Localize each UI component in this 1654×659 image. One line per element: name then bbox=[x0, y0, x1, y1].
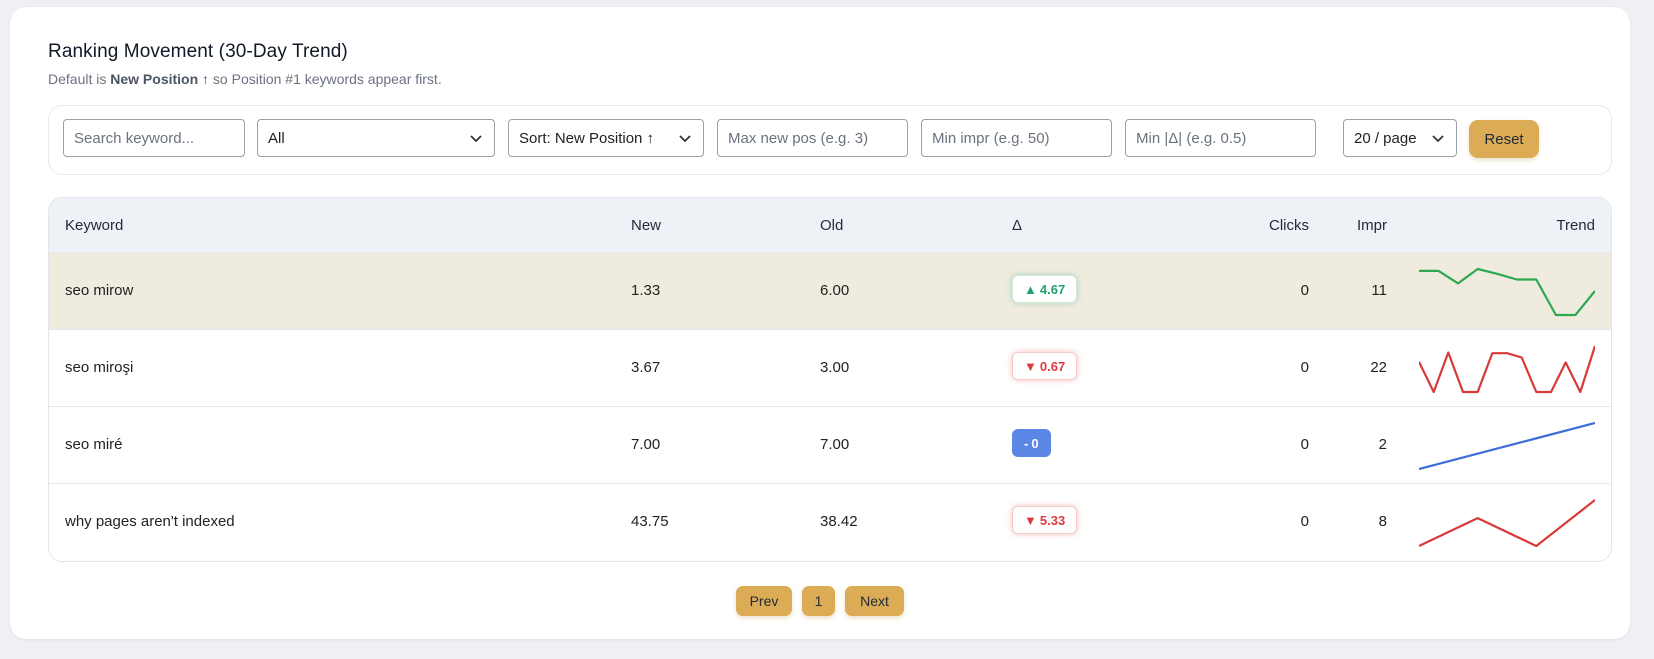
column-header-keyword[interactable]: Keyword bbox=[65, 217, 123, 234]
keyword-cell: why pages aren't indexed bbox=[65, 513, 235, 530]
clicks-cell: 0 bbox=[1300, 513, 1309, 530]
keyword-cell: seo miré bbox=[65, 436, 123, 453]
trend-sparkline bbox=[1419, 345, 1595, 394]
max-new-pos-field[interactable] bbox=[717, 119, 908, 157]
old-position-cell: 3.00 bbox=[820, 359, 850, 376]
table-row[interactable]: seo miroşi 3.67 3.00 ▼ 0.67 0 22 bbox=[49, 329, 1611, 407]
column-header-delta[interactable]: Δ bbox=[1012, 217, 1022, 234]
table-row[interactable]: seo miré 7.00 7.00 -0 0 2 bbox=[49, 406, 1611, 484]
min-impr-field[interactable] bbox=[921, 119, 1112, 157]
delta-badge: ▲ 4.67 bbox=[1012, 275, 1078, 303]
delta-value: 5.33 bbox=[1039, 512, 1066, 528]
impressions-cell: 2 bbox=[1378, 436, 1387, 453]
delta-value: 4.67 bbox=[1039, 281, 1066, 297]
chevron-down-icon bbox=[1432, 135, 1444, 143]
old-position-cell: 6.00 bbox=[820, 282, 850, 299]
sort-select[interactable]: Sort: New Position ↑ bbox=[508, 119, 704, 157]
search-field[interactable] bbox=[63, 119, 245, 157]
trend-sparkline bbox=[1419, 499, 1595, 548]
trend-sparkline bbox=[1419, 267, 1595, 317]
column-header-impr[interactable]: Impr bbox=[1329, 217, 1387, 234]
table-row[interactable]: why pages aren't indexed 43.75 38.42 ▼ 5.… bbox=[49, 483, 1611, 561]
clicks-cell: 0 bbox=[1300, 282, 1309, 299]
page-1-button[interactable]: 1 bbox=[802, 586, 835, 616]
delta-value: 0.67 bbox=[1039, 358, 1066, 374]
column-header-clicks[interactable]: Clicks bbox=[1229, 217, 1309, 234]
arrow-up-icon: ▲ bbox=[1024, 281, 1037, 297]
trend-line bbox=[1419, 499, 1595, 548]
table-header: Keyword New Old Δ Clicks Impr Trend bbox=[49, 198, 1611, 252]
category-select-value: All bbox=[268, 129, 285, 147]
prev-page-button[interactable]: Prev bbox=[736, 586, 792, 616]
column-header-new[interactable]: New bbox=[631, 217, 661, 234]
page-subtitle: Default is New Position ↑ so Position #1… bbox=[48, 71, 442, 87]
trend-line bbox=[1419, 421, 1595, 471]
min-impr-input[interactable] bbox=[932, 129, 1101, 147]
subtitle-suffix: so Position #1 keywords appear first. bbox=[209, 71, 442, 87]
sort-select-value: Sort: New Position ↑ bbox=[519, 129, 655, 147]
chevron-down-icon bbox=[470, 135, 482, 143]
min-delta-input[interactable] bbox=[1136, 129, 1305, 147]
search-input[interactable] bbox=[74, 129, 234, 147]
impressions-cell: 11 bbox=[1371, 282, 1387, 299]
table-row[interactable]: seo mirow 1.33 6.00 ▲ 4.67 0 11 bbox=[49, 252, 1611, 330]
reset-button[interactable]: Reset bbox=[1469, 120, 1539, 158]
trend-line bbox=[1419, 267, 1595, 317]
arrow-down-icon: ▼ bbox=[1024, 512, 1037, 528]
delta-value: 0 bbox=[1031, 435, 1039, 451]
page-title: Ranking Movement (30-Day Trend) bbox=[48, 41, 348, 62]
min-delta-field[interactable] bbox=[1125, 119, 1316, 157]
chevron-down-icon bbox=[679, 135, 691, 143]
trend-sparkline bbox=[1419, 421, 1595, 471]
keyword-cell: seo miroşi bbox=[65, 359, 134, 376]
keyword-cell: seo mirow bbox=[65, 282, 134, 299]
filter-bar: All Sort: New Position ↑ 20 / page Reset bbox=[48, 105, 1612, 175]
ranking-table: Keyword New Old Δ Clicks Impr Trend seo … bbox=[48, 197, 1612, 562]
clicks-cell: 0 bbox=[1300, 436, 1309, 453]
column-header-trend: Trend bbox=[1556, 217, 1595, 234]
clicks-cell: 0 bbox=[1300, 359, 1309, 376]
old-position-cell: 38.42 bbox=[820, 513, 858, 530]
delta-badge: ▼ 5.33 bbox=[1012, 506, 1078, 534]
trend-line bbox=[1419, 345, 1595, 394]
arrow-down-icon: ▼ bbox=[1024, 358, 1037, 374]
new-position-cell: 1.33 bbox=[631, 282, 661, 299]
impressions-cell: 8 bbox=[1378, 513, 1387, 530]
delta-badge: ▼ 0.67 bbox=[1012, 352, 1078, 380]
new-position-cell: 7.00 bbox=[631, 436, 661, 453]
subtitle-prefix: Default is bbox=[48, 71, 111, 87]
ranking-movement-card: Ranking Movement (30-Day Trend) Default … bbox=[10, 7, 1630, 639]
new-position-cell: 3.67 bbox=[631, 359, 661, 376]
column-header-old[interactable]: Old bbox=[820, 217, 843, 234]
new-position-cell: 43.75 bbox=[631, 513, 669, 530]
dash-icon: - bbox=[1024, 435, 1029, 451]
old-position-cell: 7.00 bbox=[820, 436, 850, 453]
next-page-button[interactable]: Next bbox=[845, 586, 904, 616]
max-new-pos-input[interactable] bbox=[728, 129, 897, 147]
category-select[interactable]: All bbox=[257, 119, 495, 157]
subtitle-bold: New Position ↑ bbox=[110, 71, 210, 87]
delta-badge: -0 bbox=[1012, 429, 1051, 457]
impressions-cell: 22 bbox=[1370, 359, 1387, 376]
page-size-value: 20 / page bbox=[1354, 129, 1417, 147]
page-size-select[interactable]: 20 / page bbox=[1343, 119, 1457, 157]
